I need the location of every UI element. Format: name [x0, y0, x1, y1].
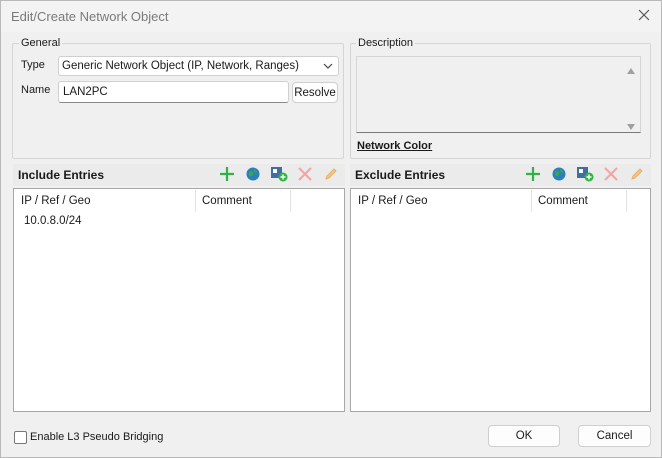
- include-add-button[interactable]: [217, 166, 237, 184]
- exclude-globe-button[interactable]: [549, 166, 569, 184]
- include-header: Include Entries: [13, 164, 345, 186]
- table-row[interactable]: 10.0.8.0/24: [15, 213, 343, 231]
- include-delete-button[interactable]: [295, 166, 315, 184]
- title-bar: Edit/Create Network Object: [1, 1, 661, 32]
- exclude-title: Exclude Entries: [355, 168, 446, 182]
- exclude-col-comment[interactable]: Comment: [532, 190, 627, 212]
- include-add-object-button[interactable]: [269, 166, 289, 184]
- general-legend: General: [19, 37, 63, 49]
- exclude-header: Exclude Entries: [350, 164, 651, 186]
- globe-icon: [245, 166, 261, 185]
- description-textarea[interactable]: [356, 56, 641, 133]
- delete-icon: [297, 166, 313, 185]
- edit-icon: [323, 166, 339, 185]
- name-label: Name: [21, 84, 51, 96]
- dialog-title: Edit/Create Network Object: [11, 9, 169, 24]
- exclude-add-button[interactable]: [523, 166, 543, 184]
- include-col-comment[interactable]: Comment: [196, 190, 291, 212]
- exclude-col-ip[interactable]: IP / Ref / Geo: [352, 190, 532, 212]
- include-col-ip-label: IP / Ref / Geo: [21, 195, 91, 207]
- bridging-label[interactable]: Enable L3 Pseudo Bridging: [30, 431, 163, 443]
- include-list[interactable]: IP / Ref / Geo Comment 10.0.8.0/24: [13, 188, 345, 412]
- exclude-edit-button[interactable]: [627, 166, 647, 184]
- description-legend: Description: [356, 37, 416, 49]
- resolve-button[interactable]: Resolve: [292, 82, 338, 103]
- dialog-window: Edit/Create Network Object General Type …: [0, 0, 662, 458]
- cancel-button-label: Cancel: [596, 430, 633, 442]
- type-select-value: Generic Network Object (IP, Network, Ran…: [62, 60, 299, 72]
- name-input-value: LAN2PC: [63, 86, 108, 98]
- type-select[interactable]: Generic Network Object (IP, Network, Ran…: [58, 56, 339, 76]
- include-col-comment-label: Comment: [202, 195, 252, 207]
- include-title: Include Entries: [18, 168, 105, 182]
- type-label: Type: [21, 59, 45, 71]
- exclude-col-ip-label: IP / Ref / Geo: [358, 195, 428, 207]
- bridging-checkbox[interactable]: [14, 431, 27, 444]
- include-col-ip[interactable]: IP / Ref / Geo: [15, 190, 196, 212]
- chevron-down-icon: [323, 61, 333, 73]
- cancel-button[interactable]: Cancel: [578, 425, 651, 447]
- exclude-delete-button[interactable]: [601, 166, 621, 184]
- edit-icon: [629, 166, 645, 185]
- delete-icon: [603, 166, 619, 185]
- include-row-ip: 10.0.8.0/24: [24, 215, 82, 227]
- close-icon: [638, 9, 650, 24]
- ok-button[interactable]: OK: [488, 425, 560, 447]
- close-button[interactable]: [631, 5, 657, 27]
- add-icon: [219, 166, 235, 185]
- exclude-list[interactable]: IP / Ref / Geo Comment: [350, 188, 651, 412]
- include-edit-button[interactable]: [321, 166, 341, 184]
- resolve-button-label: Resolve: [294, 86, 336, 99]
- add-object-icon: [270, 166, 288, 185]
- add-object-icon: [576, 166, 594, 185]
- description-scrollbar[interactable]: [624, 59, 638, 131]
- exclude-col-comment-label: Comment: [538, 195, 588, 207]
- scroll-down-icon[interactable]: [626, 120, 636, 134]
- name-input[interactable]: LAN2PC: [58, 81, 289, 103]
- exclude-add-object-button[interactable]: [575, 166, 595, 184]
- scroll-up-icon[interactable]: [626, 64, 636, 78]
- network-color-link[interactable]: Network Color: [357, 140, 432, 152]
- add-icon: [525, 166, 541, 185]
- globe-icon: [551, 166, 567, 185]
- include-globe-button[interactable]: [243, 166, 263, 184]
- ok-button-label: OK: [515, 430, 533, 442]
